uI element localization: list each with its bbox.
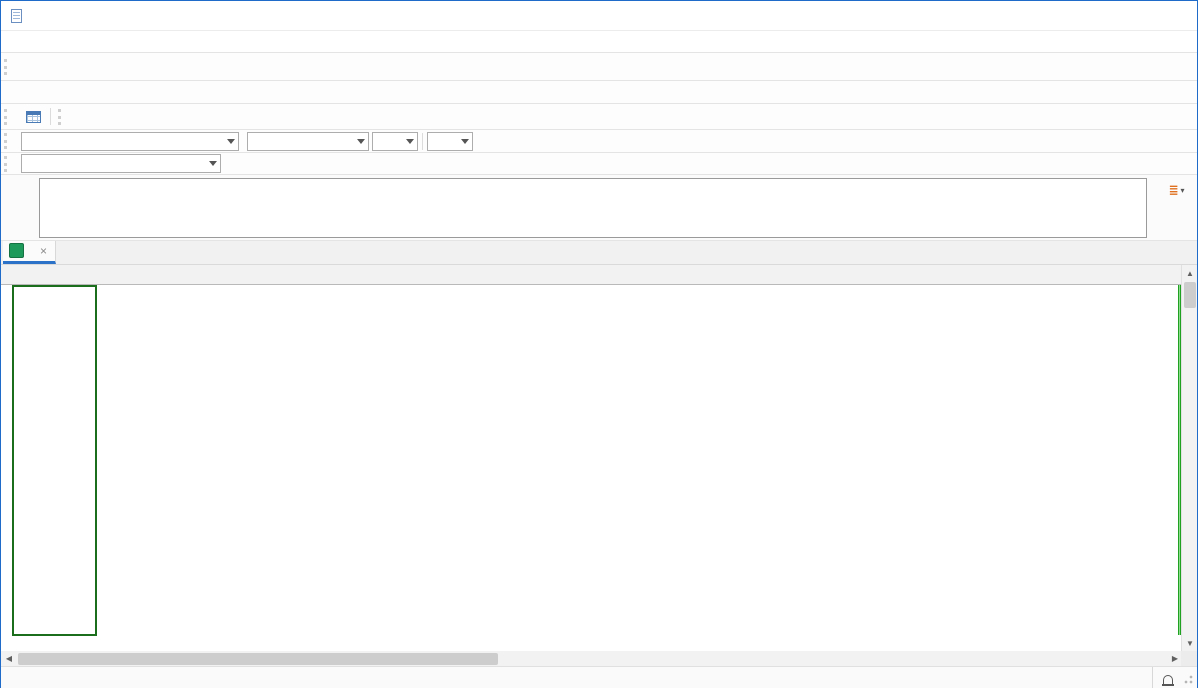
window-controls [1059,1,1197,30]
filter-toolbar [1,130,1197,153]
title-bar [1,1,1197,31]
resize-grip[interactable] [1183,667,1197,688]
filter-scope-select[interactable] [247,131,369,151]
filter-heading-rows[interactable] [372,131,418,151]
search-toolbar [1,153,1197,175]
toolbar-grip[interactable] [4,155,9,172]
main-toolbar [1,53,1197,81]
plugin-toolbars [1,81,1197,104]
chevron-down-icon [357,138,365,144]
toolbar-grip[interactable] [4,58,9,75]
separator [50,108,51,125]
filter-column-count[interactable] [427,131,473,151]
column-header-row [1,265,1181,285]
maximize-button[interactable] [1105,1,1151,30]
scroll-up-icon[interactable]: ▲ [1182,265,1197,281]
toolbar-grip[interactable] [58,108,63,125]
scroll-down-icon[interactable]: ▼ [1182,635,1197,651]
csv-grid: ▲ ▼ [1,265,1197,651]
cell-toolbar-menu-button[interactable]: ≣ ▾ [1165,179,1188,201]
csv-file-icon [9,243,24,258]
notification-cell[interactable] [1152,667,1183,688]
close-button[interactable] [1151,1,1197,30]
emeditor-window: ≣ ▾ × ▲ ▼ ◀ ▶ [0,0,1198,688]
menu-bar [1,31,1197,53]
grid-rows [1,285,1181,635]
status-bar [1,667,1197,688]
chevron-down-icon [461,138,469,144]
separator [422,132,423,150]
csv-grid-icon [26,110,41,123]
horizontal-scroll-thumb[interactable] [18,652,498,665]
vertical-scrollbar[interactable]: ▲ ▼ [1181,265,1197,651]
tab-close-icon[interactable]: × [40,244,47,258]
csv-toolbar [1,104,1197,130]
chevron-down-icon [209,161,217,166]
app-icon [11,8,22,23]
tab-bar: × [1,241,1197,265]
chevron-down-icon [227,138,235,144]
csv-menu-button[interactable] [22,106,45,128]
chevron-down-icon [406,138,414,144]
toolbar-grip[interactable] [4,108,9,125]
cell-editor[interactable] [39,178,1147,238]
cell-panel: ≣ ▾ [1,175,1197,241]
filter-input[interactable] [21,131,239,151]
scroll-left-icon[interactable]: ◀ [1,651,17,666]
horizontal-scrollbar[interactable]: ◀ ▶ [1,651,1197,667]
vertical-scroll-thumb[interactable] [1184,282,1196,308]
scrollbar-corner [1181,651,1197,666]
bell-icon [1162,675,1174,686]
toolbar-grip[interactable] [4,133,9,149]
tab-access-log[interactable]: × [3,241,57,264]
minimize-button[interactable] [1059,1,1105,30]
cell-toolbar-icon: ≣ [1168,183,1179,197]
search-input[interactable] [21,154,221,173]
